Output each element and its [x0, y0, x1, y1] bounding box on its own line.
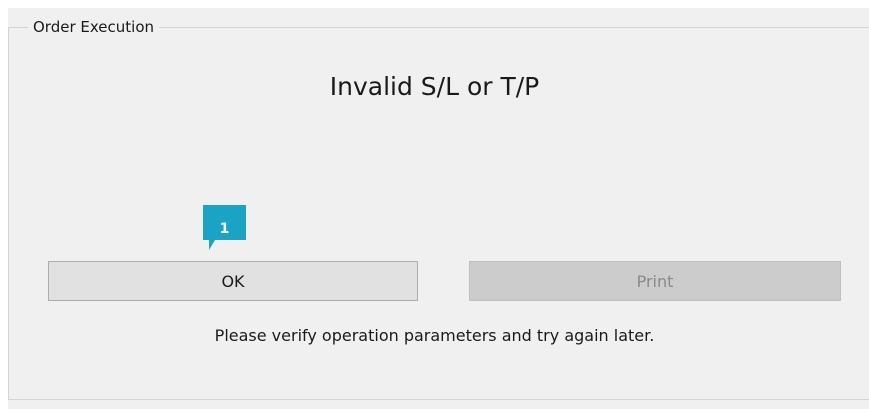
- error-message: Please verify operation parameters and t…: [214, 326, 655, 345]
- print-button[interactable]: Print: [469, 261, 841, 301]
- ok-button[interactable]: OK: [48, 261, 418, 301]
- group-title: Order Execution: [28, 17, 160, 37]
- step-badge-pointer: [209, 240, 221, 250]
- step-badge: 1: [203, 205, 246, 240]
- error-heading: Invalid S/L or T/P: [329, 72, 540, 101]
